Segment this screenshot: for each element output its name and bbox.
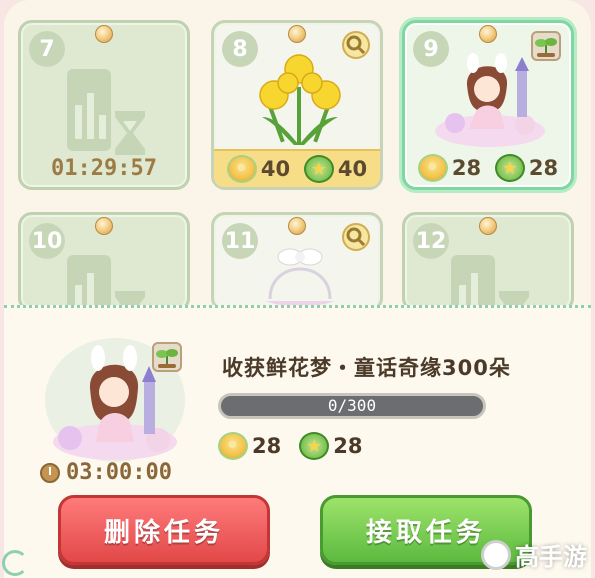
task-card-11[interactable]: 11 [211,212,383,312]
watermark-text: 高手游 [515,543,587,571]
reward-star: 28 [299,432,362,460]
task-card-9[interactable]: 9 28 28 [402,20,574,190]
star-coin-icon [299,432,330,460]
task-card-12[interactable]: 12 [402,212,574,312]
reward-star: 40 [303,155,368,183]
reward-bar: 40 40 [214,149,380,187]
clock-icon [40,462,60,483]
reward-star-value: 28 [528,156,559,180]
reward-bar: 28 28 [405,149,571,187]
star-coin-icon [303,155,334,183]
progress-label: 0/300 [327,396,377,415]
task-title: 收获鲜花梦・童话奇缘300朵 [222,356,511,380]
reward-chick-value: 40 [260,157,291,181]
pending-hourglass-icon [67,255,145,311]
reward-chick: 40 [226,155,291,183]
reward-chick: 28 [218,432,281,460]
star-coin-icon [494,154,525,182]
watermark: 高手游 [481,537,587,572]
reward-chick-value: 28 [252,434,282,458]
chick-coin-icon [226,155,257,183]
pin-icon [288,25,306,43]
basket-bow-icon [265,248,335,307]
reward-chick: 28 [417,154,482,182]
task-card-10[interactable]: 10 [18,212,190,312]
countdown-timer: 01:29:57 [51,156,157,181]
reward-chick-value: 28 [451,156,482,180]
task-card-8[interactable]: 8 40 40 [211,20,383,190]
pin-icon [479,217,497,235]
fairy-tale-flower-icon [435,53,545,147]
pin-icon [288,217,306,235]
delete-task-label: 删除任务 [103,517,224,548]
card-number: 7 [29,31,65,67]
watermark-logo-icon [481,539,511,570]
task-progress-bar: 0/300 [218,393,486,419]
task-rewards: 28 28 [218,432,362,460]
pin-icon [95,25,113,43]
pending-hourglass-icon [67,69,145,155]
pending-hourglass-icon [451,255,529,311]
chick-coin-icon [218,432,248,460]
chick-coin-icon [417,154,448,182]
reward-star: 28 [494,154,559,182]
task-card-7[interactable]: 7 01:29:57 [18,20,190,190]
sprout-icon [152,342,182,372]
delete-task-button[interactable]: 删除任务 [58,495,270,565]
yellow-flower-plant-icon [259,54,341,145]
pin-icon [95,217,113,235]
reward-star-value: 28 [333,434,363,458]
reward-star-value: 40 [337,157,368,181]
corner-swirl-icon [2,550,28,576]
task-duration: 03:00:00 [40,460,172,485]
task-duration-value: 03:00:00 [66,460,172,485]
accept-task-label: 接取任务 [365,517,486,548]
